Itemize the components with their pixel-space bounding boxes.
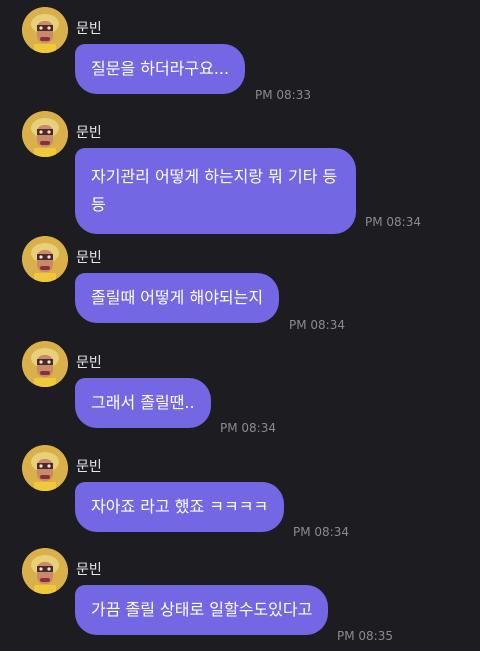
message-bubble[interactable]: 졸릴때 어떻게 해야되는지 (75, 273, 280, 323)
avatar[interactable] (22, 7, 68, 53)
profile-avatar-icon (22, 111, 68, 157)
sender-name: 문빈 (76, 562, 102, 578)
message-bubble[interactable]: 자아죠 라고 했죠 ㅋㅋㅋㅋ (75, 482, 285, 532)
profile-avatar-icon (22, 548, 68, 594)
sender-name: 문빈 (76, 250, 102, 266)
profile-avatar-icon (22, 341, 68, 387)
avatar[interactable] (22, 111, 68, 157)
sender-name: 문빈 (76, 125, 102, 141)
message-timestamp: PM 08:34 (289, 318, 345, 332)
message-timestamp: PM 08:34 (365, 215, 421, 229)
avatar[interactable] (22, 445, 68, 491)
profile-avatar-icon (22, 7, 68, 53)
message-bubble[interactable]: 가끔 졸릴 상태로 일할수도있다고 (75, 585, 329, 635)
message-bubble[interactable]: 자기관리 어떻게 하는지랑 뭐 기타 등 등 (75, 148, 356, 234)
profile-avatar-icon (22, 236, 68, 282)
message-timestamp: PM 08:35 (337, 629, 393, 643)
avatar[interactable] (22, 548, 68, 594)
sender-name: 문빈 (76, 459, 102, 475)
message-timestamp: PM 08:33 (255, 88, 311, 102)
avatar[interactable] (22, 341, 68, 387)
profile-avatar-icon (22, 445, 68, 491)
message-timestamp: PM 08:34 (220, 421, 276, 435)
sender-name: 문빈 (76, 355, 102, 371)
message-bubble[interactable]: 그래서 졸릴땐.. (75, 378, 211, 428)
sender-name: 문빈 (76, 21, 102, 37)
chat-thread: 문빈 질문을 하더라구요... PM 08:33 문빈 자기관리 어떻게 하는지… (0, 0, 480, 651)
avatar[interactable] (22, 236, 68, 282)
message-bubble[interactable]: 질문을 하더라구요... (75, 44, 246, 94)
message-timestamp: PM 08:34 (293, 525, 349, 539)
